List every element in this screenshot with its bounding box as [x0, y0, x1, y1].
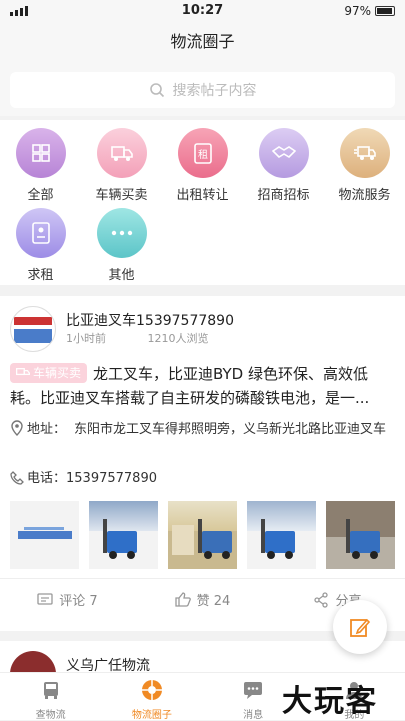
search-placeholder: 搜索帖子内容 — [172, 83, 257, 99]
search-section: 搜索帖子内容 — [0, 66, 405, 116]
post-time: 1小时前 — [66, 332, 106, 345]
category-vehicle-trade[interactable]: 车辆买卖 — [81, 128, 162, 203]
share-button[interactable]: 分享 — [270, 590, 405, 609]
category-label: 招商招标 — [257, 188, 310, 203]
category-other[interactable]: 其他 — [81, 208, 162, 283]
post-image[interactable] — [247, 501, 316, 569]
like-count: 赞 24 — [196, 594, 231, 609]
post-tag-label: 车辆买卖 — [33, 365, 82, 380]
category-rent-transfer[interactable]: 租 出租转让 — [162, 128, 243, 203]
svg-text:租: 租 — [198, 148, 208, 161]
post-images — [10, 501, 395, 569]
watermark: 大玩客 — [282, 684, 378, 719]
document-icon — [15, 208, 66, 258]
post-phone[interactable]: 电话：15397577890 — [10, 467, 157, 486]
avatar[interactable] — [10, 306, 56, 352]
chat-icon — [244, 682, 263, 699]
page-header: 物流圈子 — [0, 22, 405, 66]
divider — [0, 578, 405, 579]
category-all[interactable]: 全部 — [0, 128, 81, 203]
comment-button[interactable]: 评论 7 — [0, 590, 135, 609]
comment-count: 评论 7 — [59, 594, 98, 609]
location-icon — [11, 420, 23, 436]
post-image[interactable] — [89, 501, 158, 569]
truck-front-icon — [43, 682, 58, 699]
post-address: 地址： 东阳市龙工叉车得邦照明旁，义乌新光北路比亚迪叉车 — [10, 420, 395, 440]
comment-icon — [37, 592, 53, 605]
truck-icon — [96, 128, 147, 178]
post-tag: 车辆买卖 — [10, 362, 88, 383]
search-icon — [149, 83, 164, 98]
rent-icon: 租 — [177, 128, 228, 178]
battery-percent: 97% — [344, 4, 371, 18]
category-label: 车辆买卖 — [95, 188, 148, 203]
address-label: 地址： — [27, 422, 67, 437]
category-seek-rent[interactable]: 求租 — [0, 208, 81, 283]
phone-value: 15397577890 — [66, 471, 157, 486]
category-label: 全部 — [27, 188, 54, 203]
thumbs-up-icon — [175, 592, 191, 607]
battery-icon — [375, 6, 395, 16]
tab-label: 物流圈子 — [131, 710, 172, 721]
category-label: 其他 — [108, 268, 135, 283]
post-image[interactable] — [326, 501, 395, 569]
post-meta: 1小时前 1210人浏览 — [66, 330, 247, 346]
post-views: 1210人浏览 — [147, 332, 209, 345]
more-icon — [96, 208, 147, 258]
share-icon — [314, 591, 329, 608]
compose-button[interactable] — [333, 600, 387, 654]
aperture-icon — [141, 680, 162, 700]
category-logistics-service[interactable]: 物流服务 — [324, 128, 405, 203]
edit-icon — [350, 618, 371, 637]
search-input[interactable]: 搜索帖子内容 — [10, 72, 395, 108]
tab-label: 查物流 — [35, 710, 66, 721]
delivery-icon — [339, 128, 390, 178]
tab-logistics-circle[interactable]: 物流圈子 — [101, 673, 202, 721]
handshake-icon — [258, 128, 309, 178]
tab-track-logistics[interactable]: 查物流 — [0, 673, 101, 721]
like-button[interactable]: 赞 24 — [135, 590, 270, 609]
address-value: 东阳市龙工叉车得邦照明旁，义乌新光北路比亚迪叉车 — [74, 422, 387, 437]
category-label: 物流服务 — [338, 188, 391, 203]
phone-icon — [10, 471, 24, 485]
post-username[interactable]: 比亚迪叉车15397577890 — [66, 310, 234, 330]
page-title: 物流圈子 — [170, 32, 235, 51]
post-card[interactable]: 比亚迪叉车15397577890 1小时前 1210人浏览 车辆买卖 龙工叉车，… — [0, 296, 405, 631]
post-image[interactable] — [168, 501, 237, 569]
truck-icon — [16, 368, 30, 376]
phone-label: 电话： — [27, 471, 67, 486]
category-grid: 全部 车辆买卖 租 出租转让 招商招标 物流服务 求租 其他 — [0, 120, 405, 285]
post-content[interactable]: 车辆买卖 龙工叉车，比亚迪BYD 绿色环保、高效低耗。比亚迪叉车搭载了自主研发的… — [10, 362, 395, 410]
category-label: 求租 — [27, 268, 54, 283]
battery-indicator: 97% — [344, 4, 395, 18]
status-bar: 10:27 97% — [0, 0, 405, 22]
post-image[interactable] — [10, 501, 79, 569]
grid-icon — [15, 128, 66, 178]
category-investment[interactable]: 招商招标 — [243, 128, 324, 203]
category-label: 出租转让 — [176, 188, 229, 203]
